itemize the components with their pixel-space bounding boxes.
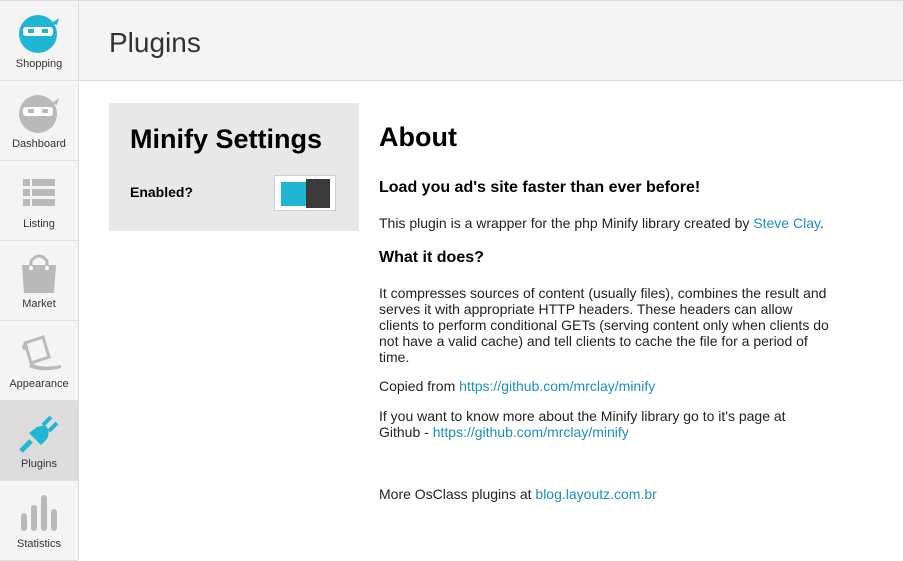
settings-panel: Minify Settings Enabled?	[109, 103, 359, 231]
sidebar-item-label: Plugins	[20, 458, 58, 470]
about-tagline: Load you ad's site faster than ever befo…	[379, 179, 701, 196]
bar-chart-icon	[21, 495, 57, 531]
list-icon	[23, 179, 55, 206]
plug-icon	[19, 415, 59, 453]
intro-text: This plugin is a wrapper for the php Min…	[379, 215, 754, 231]
author-link[interactable]: Steve Clay	[753, 215, 820, 231]
sidebar-item-shopping[interactable]: Shopping	[0, 1, 78, 81]
sidebar-item-dashboard[interactable]: Dashboard	[0, 81, 78, 161]
plugins-paragraph: More OsClass plugins at blog.layoutz.com…	[379, 486, 829, 502]
settings-title: Minify Settings	[130, 124, 323, 154]
sidebar-item-plugins[interactable]: Plugins	[0, 401, 78, 481]
more-paragraph: If you want to know more about the Minif…	[379, 408, 829, 440]
sidebar-item-statistics[interactable]: Statistics	[0, 481, 78, 561]
sidebar-item-label: Market	[22, 298, 56, 310]
enabled-label: Enabled?	[130, 184, 194, 200]
enabled-toggle[interactable]	[274, 175, 336, 211]
ninja-face-icon	[19, 15, 59, 53]
page-title: Plugins	[109, 27, 201, 58]
about-section: About Load you ad's site faster than eve…	[379, 122, 829, 502]
toggle-on-indicator	[281, 182, 308, 206]
sidebar-item-market[interactable]: Market	[0, 241, 78, 321]
paint-bucket-icon	[22, 335, 61, 371]
ninja-face-icon	[19, 95, 59, 133]
plugins-text: More OsClass plugins at	[379, 486, 536, 502]
sidebar-item-label: Shopping	[15, 58, 63, 70]
intro-paragraph: This plugin is a wrapper for the php Min…	[379, 215, 824, 231]
copied-link[interactable]: https://github.com/mrclay/minify	[459, 378, 655, 394]
sidebar: Shopping Dashboard Listing Market Appear…	[0, 0, 79, 561]
sidebar-item-label: Statistics	[16, 538, 61, 550]
sidebar-item-appearance[interactable]: Appearance	[0, 321, 78, 401]
shopping-bag-icon	[22, 254, 56, 293]
what-it-does-text: It compresses sources of content (usuall…	[379, 285, 829, 365]
copied-paragraph: Copied from https://github.com/mrclay/mi…	[379, 378, 829, 394]
sidebar-item-label: Listing	[23, 218, 55, 230]
about-title: About	[379, 122, 457, 152]
sidebar-item-label: Appearance	[9, 378, 69, 390]
plugins-link[interactable]: blog.layoutz.com.br	[535, 486, 656, 502]
more-link[interactable]: https://github.com/mrclay/minify	[433, 424, 629, 440]
copied-text: Copied from	[379, 378, 460, 394]
toggle-knob[interactable]	[306, 179, 330, 208]
what-it-does-title: What it does?	[379, 249, 484, 266]
sidebar-item-label: Dashboard	[12, 138, 66, 150]
page-header: Plugins	[79, 0, 903, 81]
sidebar-item-listing[interactable]: Listing	[0, 161, 78, 241]
